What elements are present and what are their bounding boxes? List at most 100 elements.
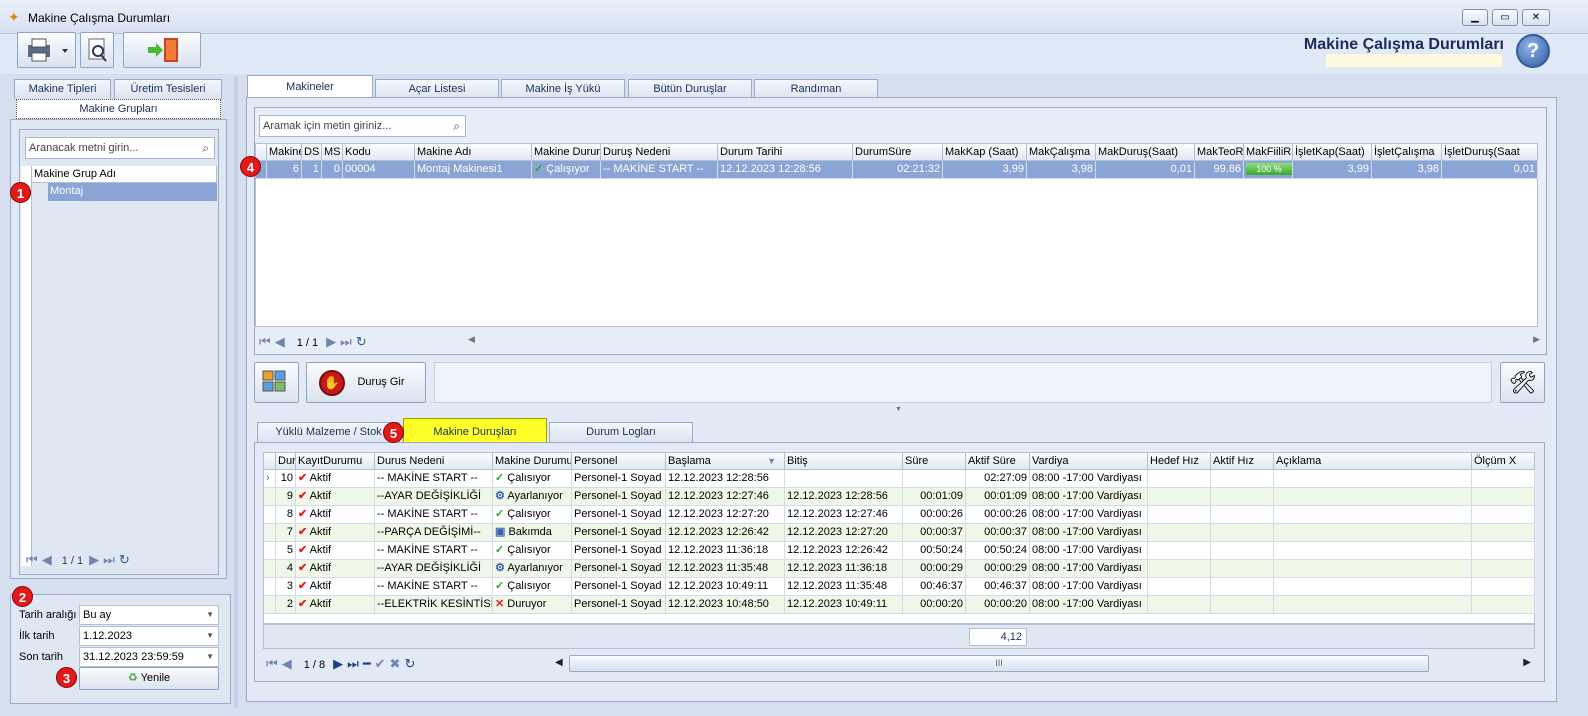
tab-efficiency[interactable]: Randıman bbox=[754, 79, 878, 99]
refresh-icon[interactable]: ↻ bbox=[404, 656, 415, 672]
checkmark-icon: ✔ bbox=[298, 580, 308, 592]
date-range-select[interactable]: Bu ay ▼ bbox=[79, 605, 219, 625]
confirm-icon[interactable]: ✔ bbox=[375, 656, 386, 672]
col-stop-reason[interactable]: Durus Nedeni bbox=[375, 453, 493, 470]
cell-duration-text: 00:00:20 bbox=[920, 598, 963, 610]
cell-machine-actual: 100 % bbox=[1244, 161, 1293, 179]
scroll-left-icon[interactable]: ◀ bbox=[468, 334, 475, 345]
cell-end-text: 12.12.2023 10:49:11 bbox=[787, 598, 888, 610]
col-record-status[interactable]: KayıtDurumu bbox=[296, 453, 375, 470]
col-plant-downtime[interactable]: İşletDuruş(Saat bbox=[1442, 144, 1538, 161]
col-dur[interactable]: Dur bbox=[276, 453, 296, 470]
refresh-button[interactable]: ♻ Yenile bbox=[79, 667, 219, 690]
scroll-thumb[interactable]: III bbox=[569, 655, 1429, 672]
first-page-icon[interactable]: ⏮ bbox=[26, 552, 38, 568]
cancel-icon[interactable]: ✖ bbox=[390, 656, 401, 672]
col-status-duration[interactable]: DurumSüre bbox=[853, 144, 943, 161]
enter-stop-button[interactable]: ✋ Duruş Gir bbox=[306, 362, 426, 403]
col-group-name[interactable]: Makine Grup Adı bbox=[32, 166, 217, 183]
col-measure-x[interactable]: Ölçüm X bbox=[1472, 453, 1535, 470]
scroll-right-icon[interactable]: ▶ bbox=[1533, 334, 1540, 345]
col-stop-reason[interactable]: Duruş Nedeni bbox=[601, 144, 718, 161]
col-target-speed[interactable]: Hedef Hız bbox=[1148, 453, 1211, 470]
refresh-icon[interactable]: ↻ bbox=[356, 334, 367, 350]
col-machine-theoretical[interactable]: MakTeoRa bbox=[1195, 144, 1244, 161]
cell-personnel-text: Personel-1 Soyad bbox=[574, 490, 662, 502]
last-page-icon[interactable]: ⏭ bbox=[103, 552, 115, 568]
prev-page-icon[interactable]: ◀ bbox=[42, 552, 52, 568]
next-page-icon[interactable]: ▶ bbox=[89, 552, 99, 568]
close-button[interactable]: ✕ bbox=[1522, 9, 1550, 26]
col-ms[interactable]: MS bbox=[322, 144, 343, 161]
cell-target-speed bbox=[1148, 560, 1211, 578]
cell-personnel-text: Personel-1 Soyad bbox=[574, 580, 662, 592]
last-page-icon[interactable]: ⏭ bbox=[340, 334, 352, 350]
col-machine-capacity[interactable]: MakKap (Saat) bbox=[943, 144, 1027, 161]
col-personnel[interactable]: Personel bbox=[572, 453, 666, 470]
print-preview-button[interactable] bbox=[80, 32, 114, 68]
prev-page-icon[interactable]: ◀ bbox=[282, 656, 292, 672]
cell-shift-text: 08:00 -17:00 Vardiyası bbox=[1032, 472, 1142, 484]
col-status-date[interactable]: Durum Tarihi bbox=[718, 144, 853, 161]
col-machine[interactable]: Makine bbox=[267, 144, 302, 161]
tab-loaded-material[interactable]: Yüklü Malzeme / Stok bbox=[257, 422, 400, 442]
tab-all-stops[interactable]: Bütün Duruşlar bbox=[628, 79, 752, 99]
first-date-input[interactable]: 1.12.2023 ▼ bbox=[79, 626, 219, 646]
col-plant-capacity[interactable]: İşletKap(Saat) bbox=[1293, 144, 1372, 161]
tab-production-facilities[interactable]: Üretim Tesisleri bbox=[114, 79, 222, 99]
check-icon: ✓ bbox=[495, 508, 505, 520]
col-code[interactable]: Kodu bbox=[343, 144, 415, 161]
tab-machines[interactable]: Makineler bbox=[247, 75, 373, 98]
group-search-input[interactable]: Aranacak metni girin... ⌕ bbox=[25, 137, 215, 159]
cell-target-speed bbox=[1148, 470, 1211, 488]
group-row-montaj[interactable]: Montaj bbox=[48, 183, 217, 201]
tab-key-list[interactable]: Açar Listesi bbox=[375, 79, 499, 99]
refresh-icon[interactable]: ↻ bbox=[119, 552, 130, 568]
col-machine-downtime[interactable]: MakDuruş(Saat) bbox=[1096, 144, 1195, 161]
prev-page-icon[interactable]: ◀ bbox=[275, 334, 285, 350]
vertical-splitter[interactable] bbox=[234, 76, 238, 708]
first-page-icon[interactable]: ⏮ bbox=[266, 656, 278, 672]
machines-hscroll[interactable]: ◀ ▶ bbox=[466, 332, 1542, 350]
chevron-down-icon: ▼ bbox=[206, 631, 214, 640]
tab-machine-workload[interactable]: Makine İş Yükü bbox=[501, 79, 625, 99]
col-description[interactable]: Açıklama bbox=[1274, 453, 1472, 470]
tab-machine-stops[interactable]: Makine Duruşları bbox=[403, 418, 547, 444]
scroll-right-icon[interactable]: ▶ bbox=[1523, 657, 1531, 668]
tab-machine-groups[interactable]: Makine Grupları bbox=[16, 99, 221, 119]
scroll-left-icon[interactable]: ◀ bbox=[555, 657, 563, 668]
tab-status-logs[interactable]: Durum Logları bbox=[549, 422, 693, 442]
col-shift[interactable]: Vardiya bbox=[1030, 453, 1148, 470]
col-machine-status[interactable]: Makine Durum bbox=[532, 144, 601, 161]
col-machine-status[interactable]: Makine Durumu bbox=[493, 453, 572, 470]
next-page-icon[interactable]: ▶ bbox=[333, 656, 343, 672]
col-start[interactable]: Başlama ▼ bbox=[666, 453, 785, 470]
last-date-input[interactable]: 31.12.2023 23:59:59 ▼ bbox=[79, 647, 219, 667]
stops-hscroll[interactable]: ◀ III ▶ bbox=[553, 654, 1535, 674]
cell-end-text: 12.12.2023 12:26:42 bbox=[787, 544, 888, 556]
col-machine-working[interactable]: MakÇalışma bbox=[1027, 144, 1096, 161]
layout-button[interactable] bbox=[254, 362, 299, 403]
cell-record-status: ✔ Aktif bbox=[296, 560, 375, 578]
col-machine-name[interactable]: Makine Adı bbox=[415, 144, 532, 161]
col-active-speed[interactable]: Aktif Hız bbox=[1211, 453, 1274, 470]
minimize-button[interactable]: ▁ bbox=[1462, 9, 1488, 26]
col-duration[interactable]: Süre bbox=[903, 453, 966, 470]
col-machine-actual[interactable]: MakFiiliRa bbox=[1244, 144, 1293, 161]
remove-icon[interactable]: ━ bbox=[363, 656, 371, 672]
next-page-icon[interactable]: ▶ bbox=[326, 334, 336, 350]
col-end[interactable]: Bitiş bbox=[785, 453, 903, 470]
splitter-handle-icon[interactable]: ▼ bbox=[895, 406, 902, 413]
tab-machine-types[interactable]: Makine Tipleri bbox=[14, 79, 111, 99]
help-button[interactable]: ? bbox=[1516, 34, 1550, 68]
print-button[interactable] bbox=[17, 32, 76, 68]
col-active-duration[interactable]: Aktif Süre bbox=[966, 453, 1030, 470]
col-plant-working[interactable]: İşletÇalışma bbox=[1372, 144, 1442, 161]
col-ds[interactable]: DS bbox=[302, 144, 322, 161]
exit-button[interactable] bbox=[123, 32, 201, 68]
last-page-icon[interactable]: ⏭ bbox=[347, 656, 359, 672]
machines-search-input[interactable]: Aramak için metin giriniz... ⌕ bbox=[259, 115, 466, 137]
first-page-icon[interactable]: ⏮ bbox=[259, 334, 271, 350]
tools-button[interactable]: 🛠 bbox=[1500, 362, 1545, 403]
maximize-button[interactable]: ▭ bbox=[1492, 9, 1518, 26]
